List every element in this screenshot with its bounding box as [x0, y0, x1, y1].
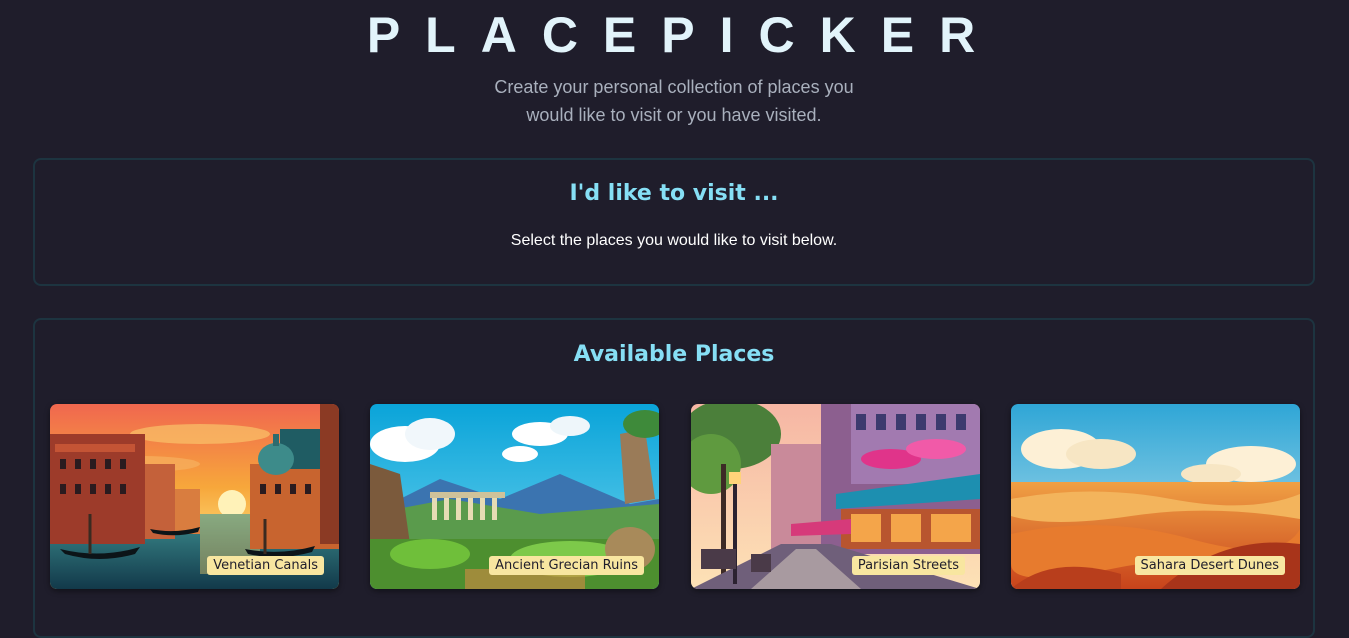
- place-label: Venetian Canals: [207, 556, 324, 575]
- place-label: Parisian Streets: [851, 556, 965, 575]
- app-title: PLACEPICKER: [366, 7, 1001, 63]
- visit-heading: I'd like to visit ...: [569, 181, 779, 206]
- available-places-panel: Available Places Venetian Canals Ancient…: [33, 318, 1315, 638]
- visit-panel: I'd like to visit ... Select the places …: [33, 158, 1315, 286]
- place-card-venetian-canals[interactable]: Venetian Canals: [50, 404, 339, 589]
- place-card-ancient-grecian-ruins[interactable]: Ancient Grecian Ruins: [370, 404, 659, 589]
- available-heading: Available Places: [573, 342, 775, 367]
- visit-description: Select the places you would like to visi…: [510, 232, 838, 249]
- app-subtitle: Create your personal collection of place…: [494, 77, 854, 125]
- place-card-sahara-desert-dunes[interactable]: Sahara Desert Dunes: [1011, 404, 1300, 589]
- place-card-parisian-streets[interactable]: Parisian Streets: [691, 404, 980, 589]
- place-label: Sahara Desert Dunes: [1134, 556, 1285, 575]
- place-label: Ancient Grecian Ruins: [489, 556, 644, 575]
- places-list: Venetian Canals Ancient Grecian Ruins Pa…: [50, 404, 1302, 590]
